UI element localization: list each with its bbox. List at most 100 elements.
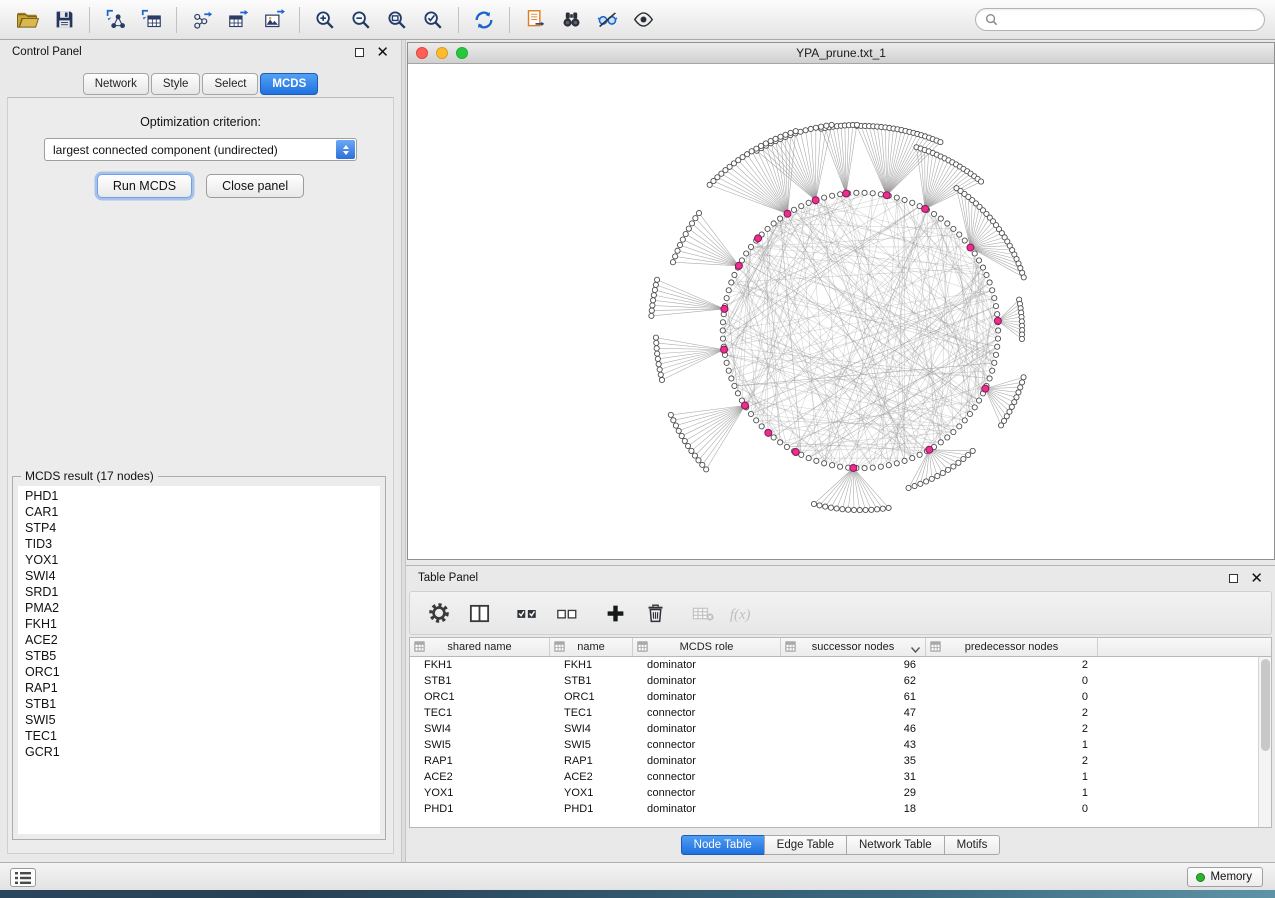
column-header-predecessor-nodes[interactable]: predecessor nodes	[926, 638, 1098, 656]
close-table-panel-icon[interactable]: ✕	[1250, 571, 1263, 586]
mcds-result-item[interactable]: ORC1	[25, 664, 380, 680]
toolbar-separator	[509, 7, 510, 33]
tab-select[interactable]: Select	[202, 73, 258, 95]
cell-successor-nodes: 46	[781, 723, 926, 735]
tab-network-table[interactable]: Network Table	[846, 835, 945, 855]
table-row[interactable]: STB1STB1dominator620	[410, 673, 1258, 689]
close-window-icon[interactable]	[416, 47, 428, 59]
cell-shared-name: RAP1	[410, 755, 550, 767]
cell-name: TEC1	[550, 707, 633, 719]
cell-MCDS-role: dominator	[633, 803, 781, 815]
cell-successor-nodes: 62	[781, 675, 926, 687]
table-row[interactable]: ORC1ORC1dominator610	[410, 689, 1258, 705]
mcds-result-item[interactable]: YOX1	[25, 552, 380, 568]
mcds-result-item[interactable]: SWI5	[25, 712, 380, 728]
export-image-icon	[263, 9, 286, 30]
folder-open-button[interactable]	[10, 4, 46, 36]
mcds-result-item[interactable]: RAP1	[25, 680, 380, 696]
mcds-result-item[interactable]: PMA2	[25, 600, 380, 616]
optimization-select[interactable]: largest connected component (undirected)	[44, 138, 357, 161]
deselect-all-rows-button[interactable]	[552, 598, 582, 628]
zoom-out-button[interactable]	[343, 4, 379, 36]
table-row[interactable]: SWI4SWI4dominator462	[410, 721, 1258, 737]
glasses-button[interactable]	[589, 4, 625, 36]
save-button[interactable]	[46, 4, 82, 36]
float-control-panel-icon[interactable]	[355, 48, 364, 57]
cell-shared-name: STB1	[410, 675, 550, 687]
mcds-result-item[interactable]: PHD1	[25, 488, 380, 504]
cell-predecessor-nodes: 2	[926, 707, 1098, 719]
mcds-result-item[interactable]: FKH1	[25, 616, 380, 632]
export-image-button[interactable]	[256, 4, 292, 36]
column-header-shared-name[interactable]: shared name	[410, 638, 550, 656]
float-table-panel-icon[interactable]	[1229, 574, 1238, 583]
mcds-result-item[interactable]: SRD1	[25, 584, 380, 600]
cell-shared-name: SWI4	[410, 723, 550, 735]
maximize-window-icon[interactable]	[456, 47, 468, 59]
zoom-fit-button[interactable]	[379, 4, 415, 36]
table-row[interactable]: PHD1PHD1dominator180	[410, 801, 1258, 817]
tab-mcds[interactable]: MCDS	[260, 73, 318, 95]
mcds-result-item[interactable]: SWI4	[25, 568, 380, 584]
scrollbar-thumb[interactable]	[1261, 659, 1270, 751]
mcds-result-item[interactable]: STP4	[25, 520, 380, 536]
cell-predecessor-nodes: 0	[926, 803, 1098, 815]
add-column-button[interactable]	[600, 598, 630, 628]
refresh-button[interactable]	[466, 4, 502, 36]
network-canvas[interactable]	[408, 64, 1274, 559]
mcds-result-item[interactable]: STB1	[25, 696, 380, 712]
mcds-result-list[interactable]: PHD1CAR1STP4TID3YOX1SWI4SRD1PMA2FKH1ACE2…	[18, 486, 380, 834]
cell-name: FKH1	[550, 659, 633, 671]
column-header-MCDS-role[interactable]: MCDS role	[633, 638, 781, 656]
table-row[interactable]: FKH1FKH1dominator962	[410, 657, 1258, 673]
table-row[interactable]: RAP1RAP1dominator352	[410, 753, 1258, 769]
cell-MCDS-role: connector	[633, 707, 781, 719]
table-scrollbar[interactable]	[1258, 657, 1271, 827]
optimization-label: Optimization criterion:	[8, 115, 393, 129]
export-network-button[interactable]	[184, 4, 220, 36]
import-network-button[interactable]	[97, 4, 133, 36]
close-panel-button[interactable]: Close panel	[206, 174, 304, 198]
mcds-result-item[interactable]: STB5	[25, 648, 380, 664]
tab-node-table[interactable]: Node Table	[681, 835, 765, 855]
table-row[interactable]: ACE2ACE2connector311	[410, 769, 1258, 785]
show-columns-button[interactable]	[464, 598, 494, 628]
document-export-button[interactable]	[517, 4, 553, 36]
column-header-successor-nodes[interactable]: successor nodes	[781, 638, 926, 656]
zoom-selected-button[interactable]	[415, 4, 451, 36]
cell-name: ORC1	[550, 691, 633, 703]
import-table-button[interactable]	[133, 4, 169, 36]
tab-style[interactable]: Style	[151, 73, 201, 95]
mcds-result-item[interactable]: TEC1	[25, 728, 380, 744]
memory-button[interactable]: Memory	[1187, 867, 1263, 887]
column-header-name[interactable]: name	[550, 638, 633, 656]
search-icon	[985, 13, 998, 26]
table-row[interactable]: TEC1TEC1connector472	[410, 705, 1258, 721]
search-input[interactable]	[1003, 13, 1255, 27]
tab-motifs[interactable]: Motifs	[944, 835, 1001, 855]
mcds-result-item[interactable]: GCR1	[25, 744, 380, 760]
binoculars-button[interactable]	[553, 4, 589, 36]
run-mcds-button[interactable]: Run MCDS	[97, 174, 192, 198]
panel-list-button[interactable]	[10, 868, 36, 887]
eye-button[interactable]	[625, 4, 661, 36]
delete-rows-button[interactable]	[640, 598, 670, 628]
search-box[interactable]	[975, 8, 1265, 31]
mcds-result-item[interactable]: TID3	[25, 536, 380, 552]
table-row[interactable]: SWI5SWI5connector431	[410, 737, 1258, 753]
minimize-window-icon[interactable]	[436, 47, 448, 59]
table-settings-button[interactable]	[424, 598, 454, 628]
tab-edge-table[interactable]: Edge Table	[764, 835, 847, 855]
mcds-result-item[interactable]: ACE2	[25, 632, 380, 648]
save-icon	[54, 9, 75, 30]
mcds-result-item[interactable]: CAR1	[25, 504, 380, 520]
zoom-in-button[interactable]	[307, 4, 343, 36]
export-table-button[interactable]	[220, 4, 256, 36]
select-all-rows-button[interactable]	[512, 598, 542, 628]
close-control-panel-icon[interactable]: ✕	[376, 45, 389, 60]
cell-successor-nodes: 18	[781, 803, 926, 815]
table-row[interactable]: YOX1YOX1connector291	[410, 785, 1258, 801]
tab-network[interactable]: Network	[83, 73, 149, 95]
import-table-icon	[140, 9, 163, 30]
network-window-titlebar[interactable]: YPA_prune.txt_1	[408, 43, 1274, 64]
